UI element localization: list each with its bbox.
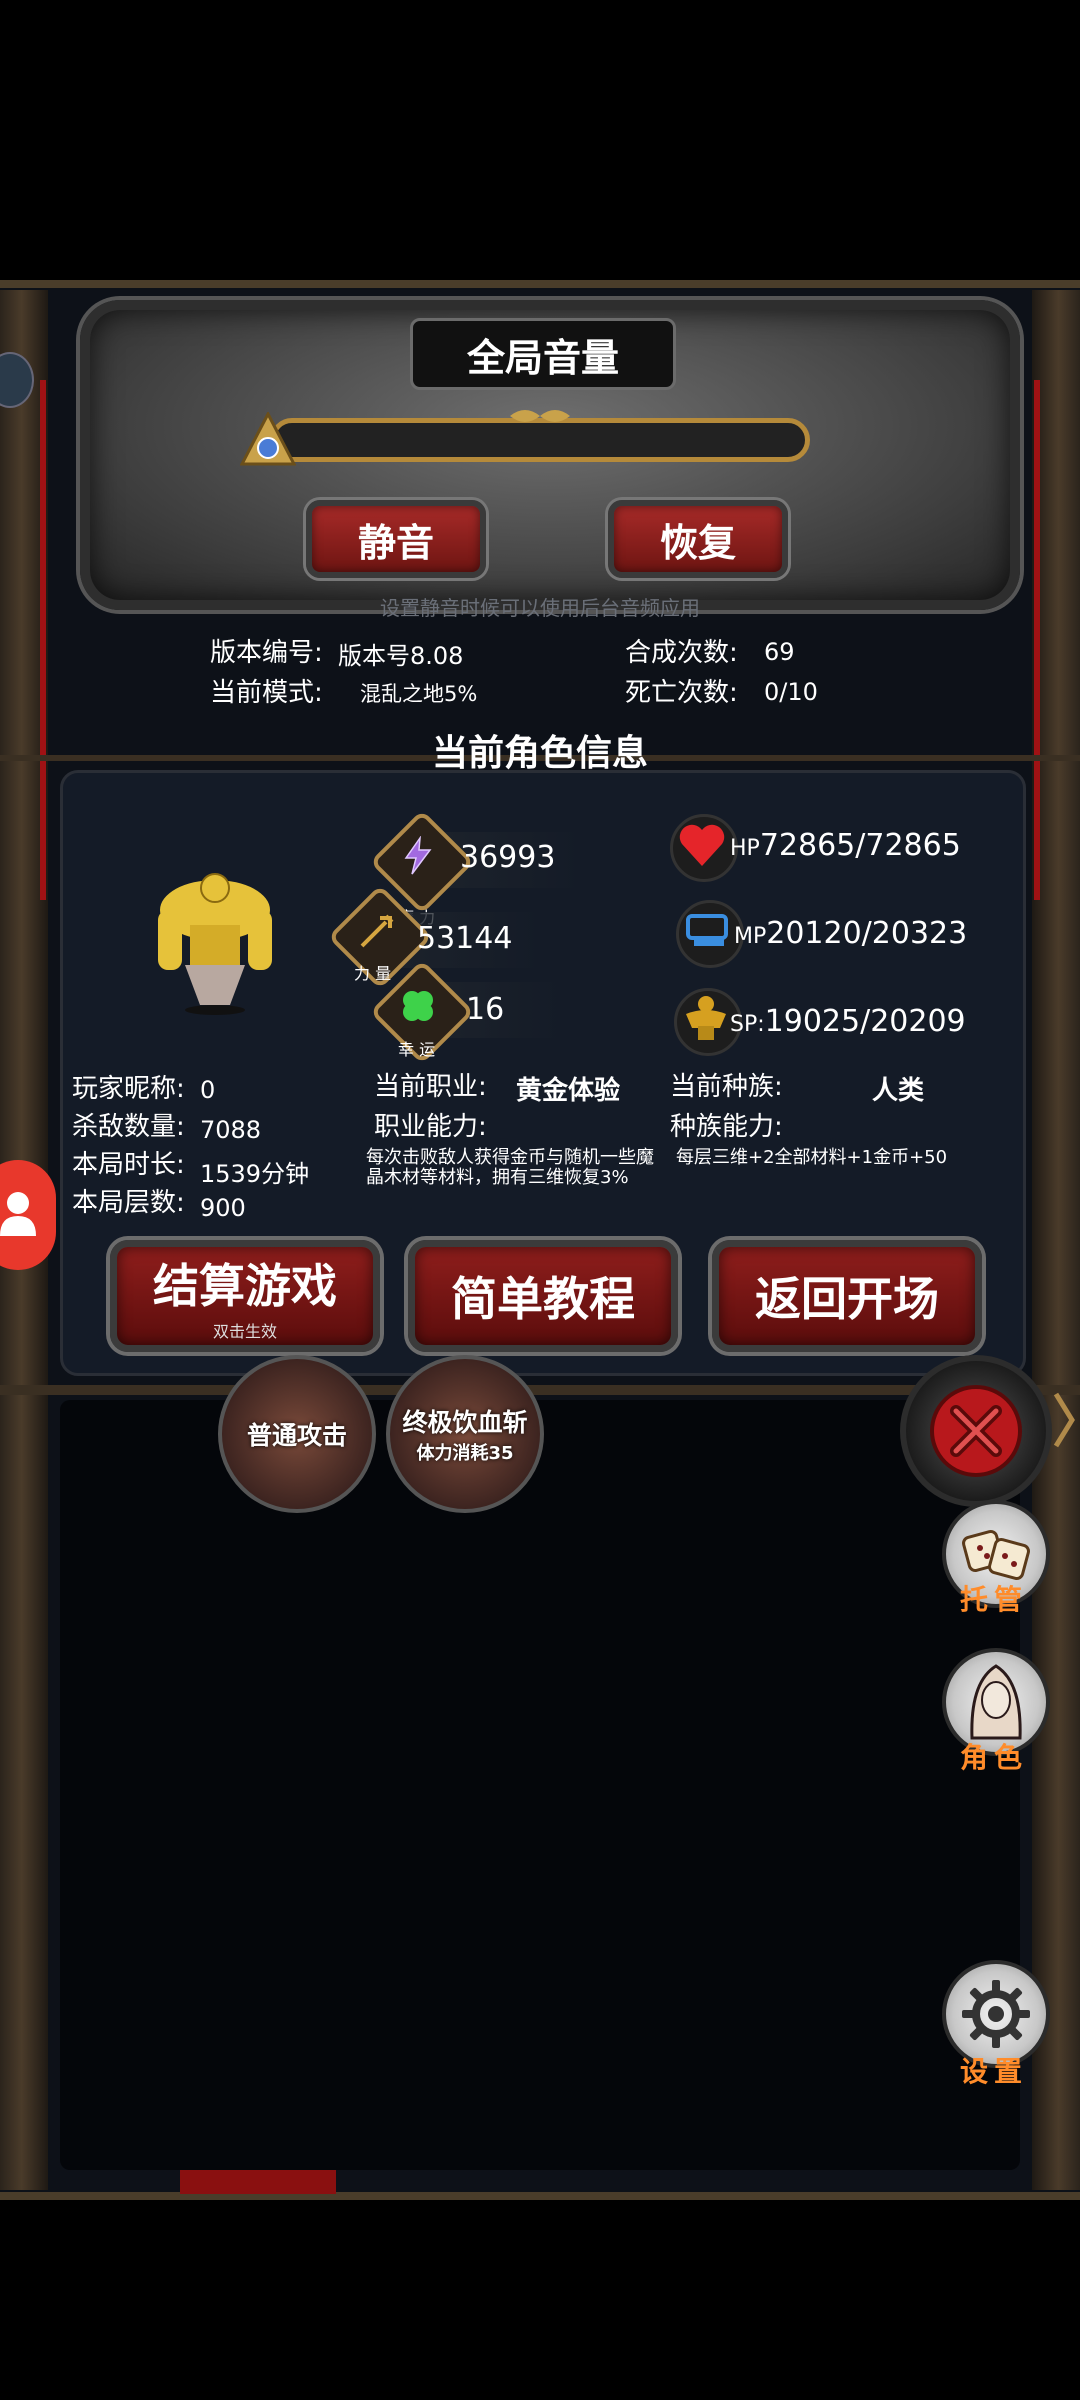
craft-value: 69 xyxy=(764,638,795,666)
ultimate-skill[interactable]: 终极饮血斩 体力消耗35 xyxy=(386,1355,544,1513)
auto-label[interactable]: 托管 xyxy=(960,1578,1028,1618)
character-label[interactable]: 角色 xyxy=(960,1736,1028,1776)
close-icon xyxy=(926,1381,1026,1481)
normal-attack-skill[interactable]: 普通攻击 xyxy=(218,1355,376,1513)
kills-label: 杀敌数量: xyxy=(72,1106,185,1143)
profile-float-button[interactable] xyxy=(0,1160,56,1270)
hp-prefix: HP xyxy=(730,836,760,861)
race-ability-label: 种族能力: xyxy=(670,1106,783,1143)
gear-icon xyxy=(960,1978,1032,2050)
job-value: 黄金体验 xyxy=(516,1070,620,1107)
mode-label: 当前模式: xyxy=(210,672,323,709)
bottom-accent xyxy=(180,2170,336,2194)
version-value: 版本号8.08 xyxy=(338,636,463,671)
death-label: 死亡次数: xyxy=(625,672,738,709)
magic-value: 36993 xyxy=(460,840,555,875)
settle-game-label: 结算游戏 xyxy=(153,1250,337,1316)
hooded-figure-icon xyxy=(964,1662,1028,1742)
race-value: 人类 xyxy=(872,1070,924,1107)
craft-label: 合成次数: xyxy=(625,632,738,669)
power-label: 力 量 xyxy=(354,960,391,984)
race-label: 当前种族: xyxy=(670,1066,783,1103)
character-avatar xyxy=(140,870,290,1020)
restore-button[interactable]: 恢复 xyxy=(608,500,788,578)
hp-text: HP72865/72865 xyxy=(730,828,961,863)
nickname-label: 玩家昵称: xyxy=(72,1068,185,1105)
kills-value: 7088 xyxy=(200,1116,261,1144)
return-start-button[interactable]: 返回开场 xyxy=(712,1240,982,1352)
mode-value: 混乱之地5% xyxy=(360,678,477,708)
return-start-label: 返回开场 xyxy=(755,1263,939,1329)
boots-icon xyxy=(682,906,732,956)
sp-prefix: SP: xyxy=(730,1012,765,1037)
luck-label: 幸 运 xyxy=(398,1036,435,1060)
job-label: 当前职业: xyxy=(374,1066,487,1103)
slider-ornament-icon xyxy=(510,404,570,428)
settings-label[interactable]: 设置 xyxy=(960,2050,1028,2090)
sp-text: SP:19025/20209 xyxy=(730,1004,966,1039)
race-ability-desc: 每层三维+2全部材料+1金币+50 xyxy=(676,1148,1006,1168)
job-ability-desc: 每次击败敌人获得金币与随机一些魔晶木材等材料，拥有三维恢复3% xyxy=(366,1148,656,1188)
luck-value: 16 xyxy=(466,992,504,1027)
trident-icon xyxy=(356,912,396,952)
duration-value: 1539分钟 xyxy=(200,1154,309,1189)
sp-value: 19025/20209 xyxy=(765,1004,966,1039)
version-label: 版本编号: xyxy=(210,632,323,669)
floors-label: 本局层数: xyxy=(72,1182,185,1219)
battle-area xyxy=(60,1400,1020,2170)
tutorial-label: 简单教程 xyxy=(451,1263,635,1329)
duration-label: 本局时长: xyxy=(72,1144,185,1181)
power-value: 53144 xyxy=(417,921,512,956)
settle-game-sub: 双击生效 xyxy=(213,1318,277,1342)
slider-knob-icon[interactable] xyxy=(240,412,296,468)
clover-icon xyxy=(398,986,438,1026)
heart-icon xyxy=(678,822,726,868)
lightning-icon xyxy=(398,836,438,876)
mp-text: MP20120/20323 xyxy=(734,916,967,951)
ultimate-cost: 体力消耗35 xyxy=(416,1439,513,1465)
muscle-icon xyxy=(680,992,732,1044)
close-button[interactable] xyxy=(900,1355,1052,1507)
ultimate-label: 终极饮血斩 xyxy=(402,1403,527,1439)
mp-prefix: MP xyxy=(734,924,766,949)
user-icon xyxy=(0,1190,38,1236)
settle-game-button[interactable]: 结算游戏 双击生效 xyxy=(110,1240,380,1352)
floors-value: 900 xyxy=(200,1194,246,1222)
job-ability-label: 职业能力: xyxy=(374,1106,487,1143)
frame-red-strip-left xyxy=(40,380,46,900)
nickname-value: 0 xyxy=(200,1076,215,1104)
death-value: 0/10 xyxy=(764,678,818,706)
mp-value: 20120/20323 xyxy=(766,916,967,951)
mute-button[interactable]: 静音 xyxy=(306,500,486,578)
chevron-right-icon[interactable] xyxy=(1052,1390,1076,1450)
mute-hint: 设置静音时候可以使用后台音频应用 xyxy=(0,592,1080,621)
character-section-title: 当前角色信息 xyxy=(0,724,1080,776)
normal-attack-label: 普通攻击 xyxy=(247,1416,347,1452)
volume-title: 全局音量 xyxy=(410,318,676,390)
hp-value: 72865/72865 xyxy=(760,828,961,863)
tutorial-button[interactable]: 简单教程 xyxy=(408,1240,678,1352)
frame-red-strip-right xyxy=(1034,380,1040,900)
